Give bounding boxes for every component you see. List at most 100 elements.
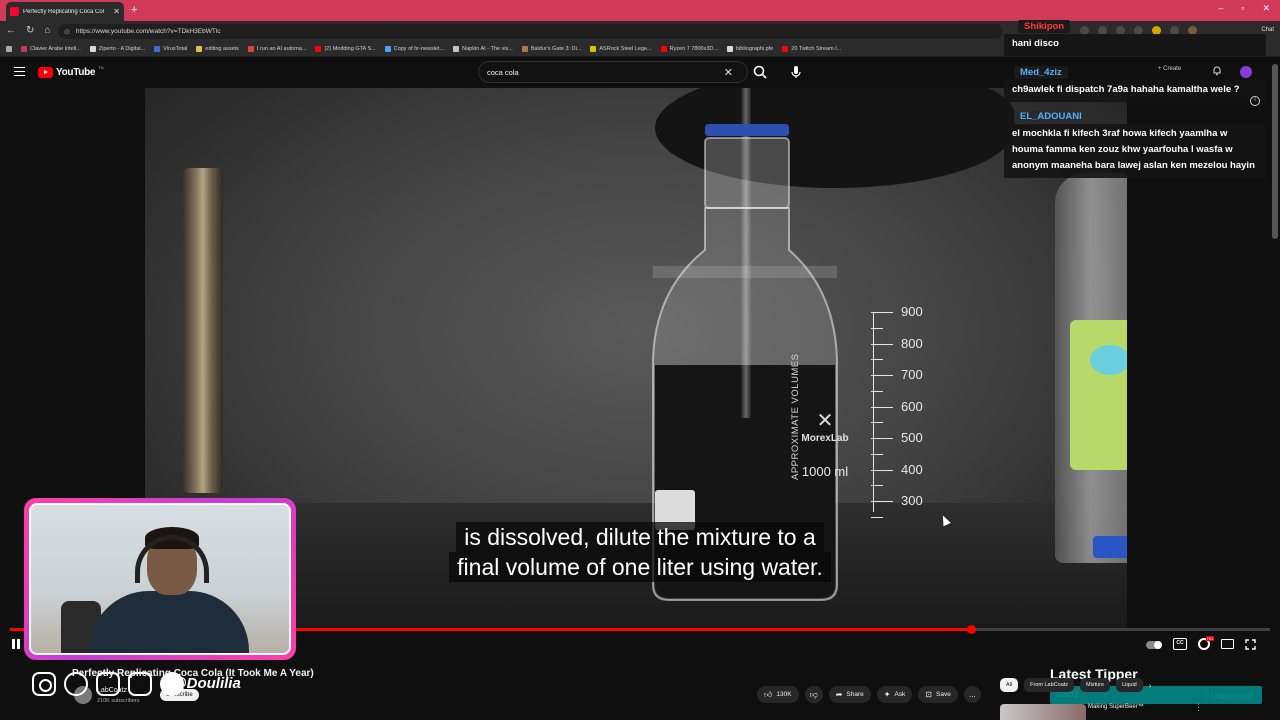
scale-major-tick [871,375,893,376]
dislike-button[interactable]: 👎︎ [804,686,823,703]
bookmark-item[interactable]: VirusTotal [154,46,187,52]
tipper-amount: 7 Diamonds [1203,691,1252,701]
chat-message: EL_ADOUANI el mochkla fi kifech 3raf how… [1004,106,1266,178]
recommendation-chips: All From LabCoatz Mixture Liquid › [1000,678,1151,692]
thumbs-down-icon: 👎︎ [809,689,818,699]
subscriber-count: 210K subscribers [97,698,140,704]
pouring-liquid-stream [741,88,751,418]
browser-tab[interactable]: Perfectly Replicating Coca Col ✕ [6,2,124,21]
bookmark-item[interactable]: Ziperto - A Digital... [89,46,145,52]
bookmark-item[interactable]: Napkin AI - The vis... [453,46,513,52]
player-controls-right: CC HD [1146,636,1256,650]
stream-chat-overlay: Shikipon hani disco Med_4ziz ch9awlek fi… [1004,16,1266,178]
filter-chip[interactable]: From LabCoatz [1024,678,1075,692]
youtube-logo[interactable]: YouTube TN [38,65,104,78]
close-tab-icon[interactable]: ✕ [113,7,120,16]
more-actions-button[interactable]: ... [963,686,981,703]
streamer-body [89,591,249,653]
bookmark-favicon-icon [453,46,460,52]
url-bar[interactable]: ⊙ https://www.youtube.com/watch?v=TDkH3E… [58,24,1003,39]
bookmark-label: bibliographi pfe [735,46,774,52]
bookmark-favicon-icon [726,46,733,52]
recommended-more-icon[interactable]: ⋮ [1194,702,1203,713]
like-button[interactable]: 👍︎ 130K [757,686,799,703]
scale-minor-tick [871,516,883,518]
bookmark-favicon-icon [89,46,96,52]
save-label: Save [936,691,951,698]
bookmark-favicon-icon [660,46,667,52]
bookmark-icon: ⊡ [925,690,932,699]
scale-label: 700 [901,367,923,382]
new-tab-button[interactable]: + [131,4,137,16]
bookmark-item[interactable]: (2) Modding GTA S... [315,46,376,52]
approximate-volumes-label: APPROXIMATE VOLUMES [790,353,801,480]
bookmark-favicon-icon [315,46,322,52]
youtube-wordmark: YouTube [56,67,96,78]
save-button[interactable]: ⊡ Save [918,686,958,703]
chips-next-icon[interactable]: › [1149,681,1152,690]
hamburger-menu-icon[interactable] [14,67,25,76]
filter-chip[interactable]: All [1000,678,1019,692]
back-icon[interactable]: ← [6,25,16,36]
bookmark-item[interactable]: 20 Twitch Stream I... [782,46,841,52]
bottle-branding: ✕ MorexLab 1000 ml [795,408,855,479]
minimize-icon[interactable]: – [1218,3,1223,14]
bookmark-item[interactable]: Clavier Arabe Intell... [21,46,81,52]
share-label: Share [846,691,864,698]
bookmark-item[interactable]: bibliographi pfe [726,46,774,52]
microphone-icon[interactable] [789,64,803,80]
bookmark-item[interactable]: ASRock Steel Lege... [590,46,652,52]
bottle-neck-ring [705,124,789,136]
bookmark-item[interactable]: Copy of hr-newslet... [384,46,444,52]
filter-chip[interactable]: Liquid [1116,678,1143,692]
social-icons [32,672,184,696]
bookmark-item[interactable]: I run an AI automa... [247,46,306,52]
window-controls: – ▫ ✕ [1218,3,1270,14]
settings-gear-icon[interactable]: HD [1198,636,1214,650]
chat-text: hani disco [1004,34,1266,56]
ask-button[interactable]: ✦ Ask [876,686,913,703]
youtube-icon [128,672,152,696]
subtitle-line: is dissolved, dilute the mixture to a [456,522,824,552]
clear-search-icon[interactable]: ✕ [724,66,733,79]
bookmark-item[interactable]: editing assets [196,46,239,52]
bookmark-favicon-icon [782,46,789,52]
search-input[interactable]: coca cola ✕ [478,61,748,83]
bookmarks-menu-icon[interactable] [6,46,12,52]
reload-icon[interactable]: ↻ [26,25,34,36]
webcam-overlay [24,498,296,660]
scale-minor-tick [871,390,883,392]
maximize-icon[interactable]: ▫ [1241,3,1244,14]
filter-chip[interactable]: Mixture [1080,678,1111,692]
recommended-video-title[interactable]: Making SuperBeer™ [1088,704,1144,710]
bookmark-item[interactable]: Ryzen 7 7800x3D... [660,46,718,52]
bookmark-item[interactable]: Baldur's Gate 3: Di... [521,46,581,52]
like-count: 130K [776,691,792,698]
home-icon[interactable]: ⌂ [44,25,50,36]
captions-icon[interactable]: CC [1173,638,1187,650]
chat-username: EL_ADOUANI [1014,110,1088,123]
video-actions: 👍︎ 130K 👎︎ ➦ Share ✦ Ask ⊡ Save ... [757,686,981,703]
bookmark-label: Ryzen 7 7800x3D... [669,46,718,52]
ask-label: Ask [894,691,906,698]
scale-label: 300 [901,493,923,508]
autoplay-toggle[interactable] [1146,641,1162,649]
pause-icon[interactable] [12,639,20,649]
scale-label: 800 [901,335,923,351]
webcam-feed [29,503,291,655]
search-icon[interactable] [752,64,768,80]
info-icon[interactable]: i [1250,96,1260,106]
share-button[interactable]: ➦ Share [828,686,871,703]
nav-buttons: ← ↻ ⌂ [6,25,50,36]
close-window-icon[interactable]: ✕ [1262,3,1270,14]
video-details: Perfectly Replicating Coca Cola (It Took… [0,656,1280,720]
fullscreen-icon[interactable] [1245,638,1256,650]
theater-mode-icon[interactable] [1221,639,1234,649]
instagram-icon [32,672,56,696]
page-scrollbar[interactable] [1272,64,1278,239]
site-info-icon[interactable]: ⊙ [64,28,70,36]
recommended-video-thumbnail[interactable] [1000,704,1086,720]
bottle-brand: MorexLab [801,433,849,444]
chat-username: Med_4ziz [1014,66,1068,79]
scale-minor-tick [871,327,883,329]
